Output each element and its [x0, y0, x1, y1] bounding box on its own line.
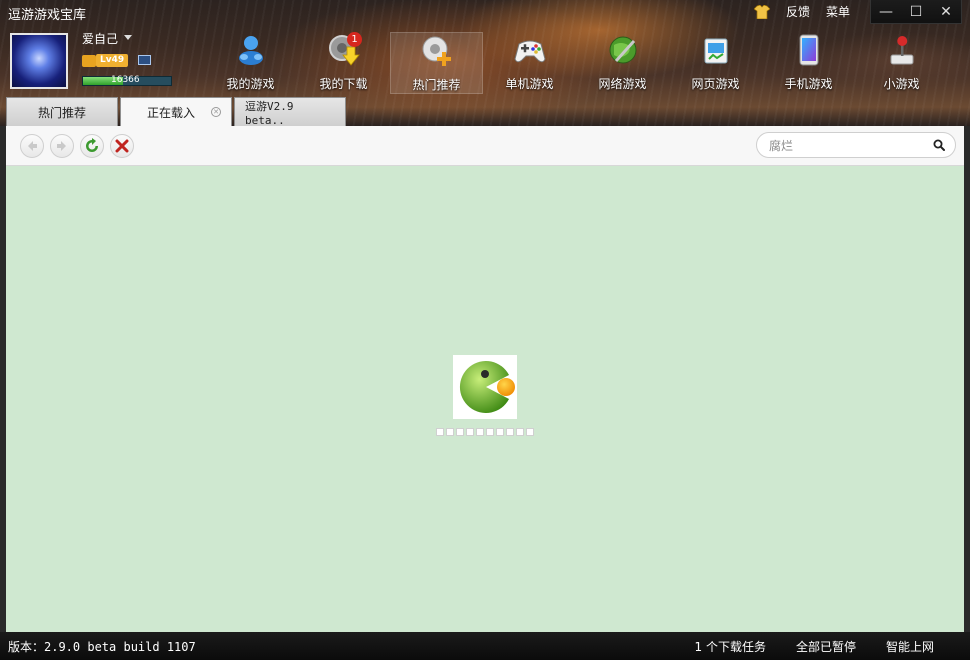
- chevron-down-icon[interactable]: [124, 35, 132, 40]
- progress-dot: [436, 428, 444, 436]
- progress-dot: [446, 428, 454, 436]
- loading-logo: [453, 355, 517, 419]
- minimize-button[interactable]: —: [871, 0, 901, 24]
- close-icon[interactable]: ✕: [211, 107, 221, 117]
- phone-icon: [792, 33, 826, 67]
- arrow-left-icon: [28, 141, 37, 151]
- nav-label: 我的游戏: [226, 77, 275, 91]
- network-icon: [606, 33, 640, 67]
- version-text: 版本：2.9.0 beta build 1107: [8, 640, 196, 654]
- username[interactable]: 爱自己: [82, 30, 118, 47]
- nav-label: 我的下载: [319, 77, 368, 91]
- pacman-logo-icon: [459, 361, 515, 413]
- app-window: 逗游游戏宝库 反馈 菜单 — ☐ ✕ 爱自己 Lv49 16366 我的游戏 1…: [0, 0, 970, 660]
- nav-item-my-downloads[interactable]: 1 我的下载: [297, 32, 390, 94]
- download-tasks-link[interactable]: 1 个下载任务: [695, 638, 766, 655]
- skin-icon[interactable]: [753, 4, 770, 19]
- nav-label: 小游戏: [883, 77, 920, 91]
- gamepad-icon: [513, 33, 547, 67]
- nav-item-hot-recommend[interactable]: 热门推荐: [390, 32, 483, 94]
- joystick-icon: [885, 33, 919, 67]
- forward-button[interactable]: [50, 134, 74, 158]
- stop-button[interactable]: [110, 134, 134, 158]
- nav-label: 手机游戏: [784, 77, 833, 91]
- refresh-icon: [86, 138, 98, 152]
- tab-label: 逗游V2.9 beta..: [245, 99, 294, 127]
- my-games-icon: [234, 33, 268, 67]
- arrow-right-icon: [57, 141, 66, 151]
- tab-label: 正在载入: [146, 105, 195, 120]
- download-count-badge: 1: [347, 32, 362, 47]
- tab-label: 热门推荐: [37, 105, 86, 120]
- experience-value: 16366: [111, 75, 140, 85]
- pause-all-link[interactable]: 全部已暂停: [796, 638, 856, 655]
- tab-hot-recommend[interactable]: 热门推荐: [6, 97, 118, 126]
- experience-bar: 16366: [82, 75, 172, 86]
- top-links: 反馈 菜单: [753, 3, 850, 20]
- smart-online-link[interactable]: 智能上网: [886, 638, 934, 655]
- window-controls: — ☐ ✕: [870, 0, 962, 24]
- vip-icon: [82, 55, 96, 67]
- maximize-button[interactable]: ☐: [901, 0, 931, 24]
- nav-item-online-games[interactable]: 网络游戏: [576, 32, 669, 94]
- menu-link[interactable]: 菜单: [826, 3, 850, 20]
- header: 逗游游戏宝库 反馈 菜单 — ☐ ✕ 爱自己 Lv49 16366 我的游戏 1…: [0, 0, 970, 126]
- nav-item-single-games[interactable]: 单机游戏: [483, 32, 576, 94]
- main-nav: 我的游戏 1 我的下载 热门推荐 单机游戏 网络游戏 网页游戏 手机游戏 小游戏: [204, 32, 948, 94]
- search-input[interactable]: [769, 137, 929, 155]
- toolbar: [6, 126, 964, 166]
- close-button[interactable]: ✕: [931, 0, 961, 24]
- nav-item-my-games[interactable]: 我的游戏: [204, 32, 297, 94]
- progress-dot: [526, 428, 534, 436]
- web-icon: [699, 33, 733, 67]
- progress-dot: [496, 428, 504, 436]
- status-bar: 版本：2.9.0 beta build 1107 1 个下载任务 全部已暂停 智…: [0, 632, 970, 660]
- back-button[interactable]: [20, 134, 44, 158]
- level-badge: Lv49: [96, 54, 129, 67]
- refresh-button[interactable]: [80, 134, 104, 158]
- content-area: [6, 166, 964, 632]
- nav-label: 网页游戏: [691, 77, 740, 91]
- progress-dot: [516, 428, 524, 436]
- tab-douyou-version[interactable]: 逗游V2.9 beta..: [234, 97, 346, 126]
- hot-icon: [420, 34, 454, 68]
- status-actions: 1 个下载任务 全部已暂停 智能上网: [695, 638, 934, 655]
- progress-dot: [466, 428, 474, 436]
- progress-dot: [476, 428, 484, 436]
- app-title: 逗游游戏宝库: [8, 8, 87, 23]
- progress-dot: [506, 428, 514, 436]
- nav-label: 网络游戏: [598, 77, 647, 91]
- avatar[interactable]: [10, 33, 68, 89]
- window-frame-right: [964, 126, 970, 632]
- progress-dot: [456, 428, 464, 436]
- stop-icon: [115, 139, 129, 153]
- search-box: [756, 132, 956, 158]
- tab-bar: 热门推荐 正在载入 ✕ 逗游V2.9 beta..: [6, 97, 346, 126]
- nav-label: 热门推荐: [412, 78, 461, 92]
- nav-label: 单机游戏: [505, 77, 554, 91]
- progress-dot: [486, 428, 494, 436]
- mail-icon[interactable]: [138, 55, 151, 65]
- search-icon[interactable]: [933, 139, 945, 151]
- nav-item-mini-games[interactable]: 小游戏: [855, 32, 948, 94]
- loading-progress: [436, 428, 534, 436]
- tab-loading[interactable]: 正在载入 ✕: [120, 97, 232, 126]
- feedback-link[interactable]: 反馈: [786, 3, 810, 20]
- nav-item-mobile-games[interactable]: 手机游戏: [762, 32, 855, 94]
- nav-item-web-games[interactable]: 网页游戏: [669, 32, 762, 94]
